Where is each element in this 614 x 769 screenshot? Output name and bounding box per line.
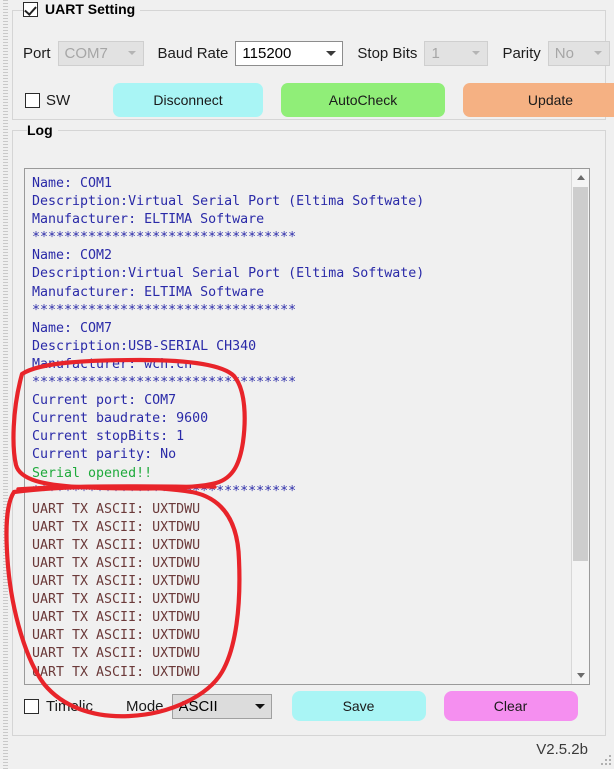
log-line: Manufacturer: ELTIMA Software <box>32 284 265 300</box>
scrollbar-thumb[interactable] <box>573 187 588 561</box>
disconnect-button[interactable]: Disconnect <box>113 83 263 117</box>
app-window: UART Setting Port COM7 Baud Rate 115200 … <box>0 0 614 769</box>
left-splitter-handle[interactable] <box>0 0 10 769</box>
port-select-value: COM7 <box>64 44 108 62</box>
log-line: Manufacturer: wch.cn <box>32 356 193 372</box>
log-group-title: Log <box>27 122 58 138</box>
uart-settings-row: Port COM7 Baud Rate 115200 Stop Bits 1 P… <box>23 39 610 67</box>
log-line: UART TX ASCII: UXTDWU <box>32 501 201 517</box>
log-line: Current stopBits: 1 <box>32 429 185 445</box>
uart-actions-row: SW Disconnect AutoCheck Update <box>25 83 614 117</box>
log-line: Description:Virtual Serial Port (Eltima … <box>32 194 425 210</box>
log-line: Description:USB-SERIAL CH340 <box>32 338 257 354</box>
log-line: ********************************* <box>32 483 297 499</box>
log-line: UART TX ASCII: UXTDWU <box>32 646 201 662</box>
mode-select[interactable]: ASCII <box>171 693 272 719</box>
chevron-down-icon <box>320 42 342 65</box>
uart-setting-enable-checkbox[interactable] <box>23 1 38 17</box>
port-select[interactable]: COM7 <box>57 40 144 66</box>
mode-label: Mode <box>126 697 164 715</box>
version-label: V2.5.2b <box>536 741 588 758</box>
baud-rate-label: Baud Rate <box>157 44 229 62</box>
chevron-down-icon <box>587 42 609 65</box>
scroll-up-icon[interactable] <box>572 169 589 186</box>
update-button[interactable]: Update <box>463 83 614 117</box>
chevron-down-icon <box>121 42 143 65</box>
uart-setting-title-label: UART Setting <box>45 1 136 17</box>
log-line: ********************************* <box>32 230 297 246</box>
timeline-checkbox[interactable] <box>24 698 39 714</box>
log-line: Description:Virtual Serial Port (Eltima … <box>32 266 425 282</box>
log-line: UART TX ASCII: UXTDWU <box>32 592 201 608</box>
log-lines: Name: COM1 Description:Virtual Serial Por… <box>25 169 571 684</box>
log-line: Current parity: No <box>32 447 177 463</box>
autocheck-button[interactable]: AutoCheck <box>281 83 445 117</box>
log-line: Name: COM7 <box>32 320 113 336</box>
parity-label: Parity <box>502 44 541 62</box>
stop-bits-select[interactable]: 1 <box>424 40 489 66</box>
baud-rate-select[interactable]: 115200 <box>235 40 344 66</box>
baud-rate-select-value: 115200 <box>242 44 292 62</box>
save-button[interactable]: Save <box>291 691 426 721</box>
log-line: Current port: COM7 <box>32 393 177 409</box>
log-line: Name: COM2 <box>32 248 113 264</box>
log-line: UART TX ASCII: UXTDWU <box>32 555 201 571</box>
log-line: UART TX ASCII: UXTDWU <box>32 682 567 684</box>
chevron-down-icon <box>249 695 271 718</box>
log-line: UART TX ASCII: UXTDWU <box>32 610 201 626</box>
parity-select[interactable]: No <box>547 40 610 66</box>
log-line: UART TX ASCII: UXTDWU <box>32 628 201 644</box>
chevron-down-icon <box>465 42 487 65</box>
sw-checkbox[interactable] <box>25 92 40 108</box>
sw-checkbox-wrapper[interactable]: SW <box>25 92 87 109</box>
timeline-checkbox-wrapper[interactable]: Timelic <box>24 698 116 715</box>
timeline-checkbox-label: Timelic <box>46 697 93 715</box>
log-line: Current baudrate: 9600 <box>32 411 209 427</box>
log-line: UART TX ASCII: UXTDWU <box>32 537 201 553</box>
log-line: UART TX ASCII: UXTDWU <box>32 664 201 680</box>
stop-bits-select-value: 1 <box>431 44 440 62</box>
log-line: ********************************* <box>32 375 297 391</box>
log-line: UART TX ASCII: UXTDWU <box>32 519 201 535</box>
log-line: Name: COM1 <box>32 176 113 191</box>
scroll-down-icon[interactable] <box>572 667 589 684</box>
log-line: Manufacturer: ELTIMA Software <box>32 212 265 228</box>
clear-button[interactable]: Clear <box>443 691 578 721</box>
port-label: Port <box>23 44 51 62</box>
log-scrollbar[interactable] <box>571 169 589 684</box>
sw-checkbox-label: SW <box>46 91 71 109</box>
log-line: ********************************* <box>32 302 297 318</box>
mode-select-value: ASCII <box>178 697 218 715</box>
stop-bits-label: Stop Bits <box>357 44 418 62</box>
parity-select-value: No <box>554 44 574 62</box>
log-line: Serial opened!! <box>32 465 153 481</box>
log-actions-row: Timelic Mode ASCII Save Clear <box>24 691 578 721</box>
log-line: UART TX ASCII: UXTDWU <box>32 574 201 590</box>
uart-setting-group: UART Setting Port COM7 Baud Rate 115200 … <box>12 1 614 120</box>
log-output[interactable]: Name: COM1 Description:Virtual Serial Por… <box>24 168 590 685</box>
window-size-grip[interactable] <box>597 751 611 765</box>
uart-setting-group-title: UART Setting <box>23 1 141 17</box>
